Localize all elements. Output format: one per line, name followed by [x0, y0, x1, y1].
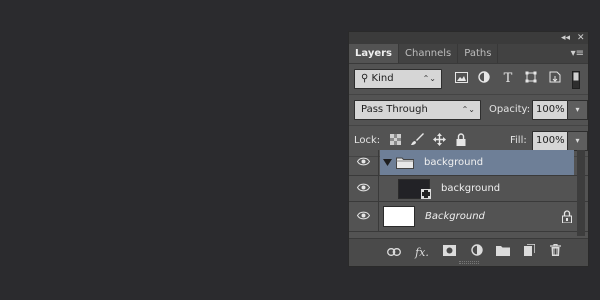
tab-layers[interactable]: Layers — [349, 44, 399, 63]
lock-label: Lock: — [354, 135, 381, 146]
tab-paths[interactable]: Paths — [458, 44, 499, 63]
fill-slider-button[interactable]: ▾ — [568, 131, 588, 151]
lock-image-pixels-brush-icon[interactable] — [409, 133, 425, 149]
chevron-updown-icon: ⌃⌄ — [461, 105, 475, 114]
layer-row-group[interactable]: background — [349, 150, 588, 176]
layer-name[interactable]: background — [424, 150, 483, 176]
layer-row-smart-object[interactable]: background — [349, 176, 588, 202]
fill-input[interactable]: 100% — [532, 131, 568, 151]
layer-content: background — [380, 150, 574, 175]
opacity-label: Opacity: — [489, 104, 531, 115]
layers-panel: ◂◂ ✕ Layers Channels Paths ▾≡ ⚲ Kind ⌃⌄ … — [348, 31, 589, 267]
opacity-slider-button[interactable]: ▾ — [568, 100, 588, 120]
collapse-panel-button[interactable]: ◂◂ — [561, 32, 570, 44]
lock-position-move-icon[interactable] — [431, 133, 447, 149]
filter-row: ⚲ Kind ⌃⌄ T — [349, 64, 588, 94]
opacity-input[interactable]: 100% — [532, 100, 568, 120]
new-layer-icon[interactable] — [520, 243, 538, 262]
pixel-layer-filter-icon[interactable] — [453, 71, 469, 87]
new-adjustment-layer-icon[interactable] — [468, 244, 486, 262]
smart-object-filter-icon[interactable] — [547, 71, 563, 87]
panel-tabs: Layers Channels Paths ▾≡ — [349, 44, 588, 64]
type-layer-filter-icon[interactable]: T — [500, 71, 516, 87]
link-layers-icon[interactable] — [385, 244, 403, 262]
resize-grip[interactable] — [459, 261, 479, 264]
layer-row-background[interactable]: Background — [349, 202, 588, 232]
panel-title-bar: ◂◂ ✕ — [349, 32, 588, 44]
layer-name[interactable]: background — [441, 176, 500, 202]
delete-layer-trash-icon[interactable] — [546, 243, 564, 262]
chevron-updown-icon: ⌃⌄ — [422, 74, 436, 83]
new-group-folder-icon[interactable] — [494, 244, 512, 262]
eye-icon[interactable] — [349, 202, 379, 232]
layers-list: background background Background — [349, 150, 588, 236]
fx-layer-style-icon[interactable]: fx. — [413, 244, 431, 262]
filter-kind-dropdown[interactable]: ⚲ Kind ⌃⌄ — [354, 69, 442, 89]
eye-icon[interactable] — [349, 150, 379, 176]
close-panel-button[interactable]: ✕ — [577, 32, 585, 44]
tab-channels[interactable]: Channels — [399, 44, 459, 63]
fill-label: Fill: — [510, 135, 527, 146]
smart-object-badge-icon — [421, 189, 431, 202]
shape-layer-filter-icon[interactable] — [523, 71, 539, 87]
blend-mode-value: Pass Through — [361, 104, 428, 115]
panel-menu-button[interactable]: ▾≡ — [571, 44, 584, 64]
layer-name[interactable]: Background — [425, 202, 485, 232]
eye-icon[interactable] — [349, 176, 379, 202]
expand-triangle-icon[interactable] — [383, 157, 392, 170]
lock-icon — [562, 210, 572, 226]
layer-content: Background — [380, 202, 574, 231]
blend-mode-dropdown[interactable]: Pass Through ⌃⌄ — [354, 100, 481, 120]
layers-scrollbar[interactable] — [577, 150, 585, 236]
filter-kind-label: Kind — [371, 73, 394, 84]
layer-thumbnail — [383, 206, 415, 227]
filter-toggle-icon[interactable] — [571, 71, 581, 89]
add-layer-mask-icon[interactable] — [440, 244, 458, 262]
layers-bottom-toolbar: fx. — [349, 238, 588, 266]
lock-all-icon[interactable] — [453, 133, 469, 149]
adjustment-layer-filter-icon[interactable] — [476, 71, 492, 87]
lock-transparency-icon[interactable] — [387, 133, 403, 149]
layer-content: background — [380, 176, 574, 201]
search-icon: ⚲ — [361, 73, 372, 84]
folder-icon — [396, 156, 414, 172]
blend-row: Pass Through ⌃⌄ Opacity: 100% ▾ — [349, 95, 588, 125]
